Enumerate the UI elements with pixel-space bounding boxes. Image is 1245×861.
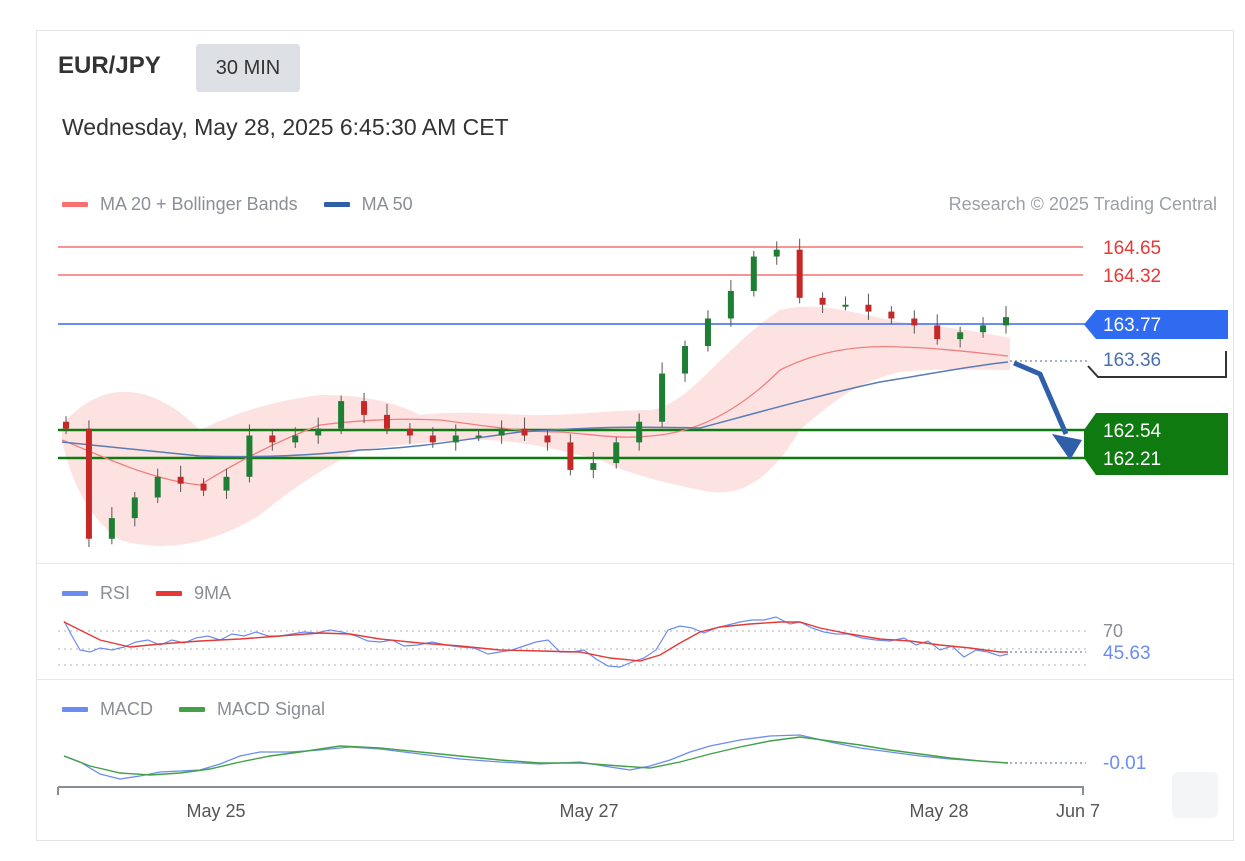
last-price-label: 163.36 xyxy=(1103,350,1161,371)
candle-down xyxy=(521,428,528,436)
candle-up xyxy=(338,401,345,429)
candle-down xyxy=(544,435,551,443)
candle-up xyxy=(773,249,780,257)
candle-down xyxy=(911,318,918,326)
candle-down xyxy=(819,297,826,305)
macd-value-label: -0.01 xyxy=(1103,753,1146,774)
candle-up xyxy=(704,318,711,347)
candle-up xyxy=(636,421,643,443)
bollinger-band-fill xyxy=(62,306,1010,546)
pivot-label: 163.77 xyxy=(1103,315,1161,336)
forecast-arrow xyxy=(1013,360,1069,435)
candle-down xyxy=(796,249,803,298)
candle-up xyxy=(957,332,964,340)
candle-down xyxy=(934,325,941,340)
macd-line xyxy=(63,734,1009,780)
candle-up xyxy=(131,497,138,519)
candle-down xyxy=(429,435,436,443)
support-2-label: 162.21 xyxy=(1103,449,1161,470)
candle-up xyxy=(498,428,505,436)
candle-up xyxy=(980,325,987,333)
candle-down xyxy=(567,442,574,470)
candle-down xyxy=(865,304,872,312)
candle-down xyxy=(269,435,276,443)
candle-up xyxy=(590,463,597,470)
candle-up xyxy=(292,435,299,443)
candle-up xyxy=(750,256,757,291)
candle-up xyxy=(475,435,482,438)
x-label-jun7: Jun 7 xyxy=(1056,801,1100,821)
resistance-1-label: 164.32 xyxy=(1103,266,1161,287)
resistance-2-label: 164.65 xyxy=(1103,238,1161,259)
candle-up xyxy=(613,442,620,464)
candle-up xyxy=(1003,317,1009,326)
candle-up xyxy=(727,290,734,319)
chart-svg: 164.65 164.32 163.77 163.36 162.54 162.2… xyxy=(57,238,1228,821)
rsi-70-label: 70 xyxy=(1103,621,1123,641)
support-1-label: 162.54 xyxy=(1103,421,1162,442)
x-label-may28: May 28 xyxy=(909,801,968,821)
candle-up xyxy=(682,346,689,374)
x-label-may25: May 25 xyxy=(186,801,245,821)
candle-up xyxy=(246,435,253,477)
rsi-value-label: 45.63 xyxy=(1103,643,1151,664)
candle-down xyxy=(177,476,184,484)
candle-down xyxy=(406,428,413,436)
candle-down xyxy=(888,311,895,319)
rsi-line xyxy=(63,616,1009,668)
candle-down xyxy=(200,483,207,491)
macd-signal-line xyxy=(63,736,1009,776)
candle-up xyxy=(108,518,115,539)
scroll-to-latest-button[interactable] xyxy=(1172,772,1218,818)
candle-up xyxy=(223,476,230,491)
candle-up xyxy=(659,373,666,422)
candle-down xyxy=(361,401,368,415)
candle-up xyxy=(452,435,459,443)
candle-up xyxy=(154,476,161,498)
candle-up xyxy=(842,304,849,307)
candle-up xyxy=(315,428,322,436)
candle-down xyxy=(63,421,69,429)
candle-down xyxy=(383,414,390,429)
candle-down xyxy=(85,428,92,539)
forecast-arrowhead xyxy=(1052,434,1082,460)
x-label-may27: May 27 xyxy=(559,801,618,821)
